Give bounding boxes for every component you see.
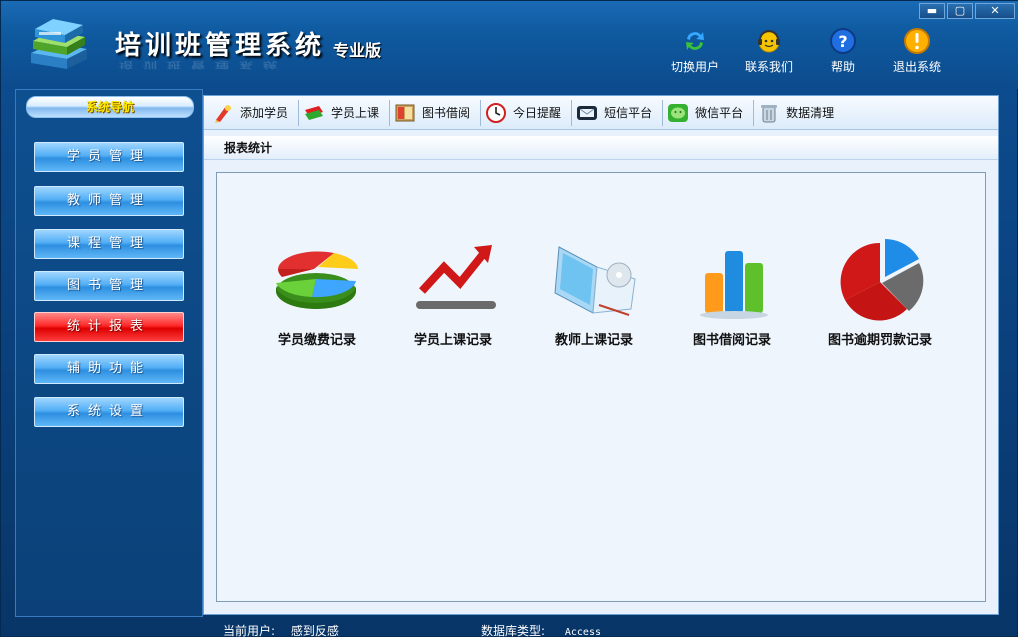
sidebar-item-course-mgmt[interactable]: 课程管理 <box>34 229 184 259</box>
report-teacher-class[interactable]: 教师上课记录 <box>524 239 664 348</box>
toolbar-add-student[interactable]: 添加学员 <box>208 99 300 126</box>
student-class-icon <box>305 105 324 120</box>
report-student-payment-label: 学员缴费记录 <box>277 333 356 348</box>
status-user-value: 感到反感 <box>290 624 339 637</box>
switch-user-button[interactable]: 切换用户 <box>663 27 727 75</box>
app-window: ▬ ▢ ✕ 培训班管理系统 专业版 培训班管理系统 切换用户 联系我们 ? 帮助… <box>0 0 1018 637</box>
sms-icon <box>577 105 598 120</box>
toolbar-today-reminder-label: 今日提醒 <box>513 106 562 120</box>
toolbar: 添加学员 学员上课 图书借阅 今日提醒 短信平台 微信平台 数据清理 <box>204 96 998 130</box>
contact-us-button[interactable]: 联系我们 <box>737 27 801 75</box>
help-icon: ? <box>830 28 856 54</box>
main-area: 添加学员 学员上课 图书借阅 今日提醒 短信平台 微信平台 数据清理 报表统计 … <box>203 95 999 615</box>
clock-icon <box>486 102 507 123</box>
status-db-value: Access <box>564 627 601 637</box>
top-actions: 切换用户 联系我们 ? 帮助 退出系统 <box>663 27 949 75</box>
wechat-icon <box>668 103 689 122</box>
sidebar-item-aux-functions[interactable]: 辅助功能 <box>34 354 184 384</box>
report-student-class[interactable]: 学员上课记录 <box>383 239 523 348</box>
contact-icon <box>758 30 780 53</box>
toolbar-today-reminder[interactable]: 今日提醒 <box>481 99 573 126</box>
help-button[interactable]: ? 帮助 <box>811 27 875 75</box>
app-edition-badge: 专业版 <box>333 41 382 60</box>
switch-user-label: 切换用户 <box>670 60 719 74</box>
sidebar-item-book-mgmt[interactable]: 图书管理 <box>34 271 184 301</box>
toolbar-sms-platform[interactable]: 短信平台 <box>572 99 664 126</box>
section-title: 报表统计 <box>204 136 998 160</box>
donut-chart-icon <box>840 239 924 321</box>
sidebar-item-student-mgmt[interactable]: 学员管理 <box>34 142 184 172</box>
switch-user-icon <box>686 32 704 50</box>
books-logo-icon <box>31 19 87 69</box>
close-button[interactable]: ✕ <box>975 3 1015 19</box>
book-borrow-icon <box>395 104 415 121</box>
help-label: 帮助 <box>830 60 855 74</box>
header: ▬ ▢ ✕ 培训班管理系统 专业版 培训班管理系统 切换用户 联系我们 ? 帮助… <box>1 1 1018 89</box>
toolbar-wechat-platform-label: 微信平台 <box>695 106 744 120</box>
nav-header: 系统导航 <box>26 96 194 118</box>
toolbar-student-class[interactable]: 学员上课 <box>299 99 391 126</box>
toolbar-data-cleanup-label: 数据清理 <box>786 106 835 120</box>
report-book-overdue-fine-label: 图书逾期罚款记录 <box>827 333 932 348</box>
sidebar-item-stats-report[interactable]: 统计报表 <box>34 312 184 342</box>
report-book-borrow-label: 图书借阅记录 <box>692 333 771 348</box>
svg-text:?: ? <box>838 32 847 51</box>
toolbar-wechat-platform[interactable]: 微信平台 <box>663 99 755 126</box>
status-db-label: 数据库类型: <box>481 624 546 637</box>
toolbar-sms-platform-label: 短信平台 <box>604 106 653 120</box>
trash-icon <box>761 104 778 122</box>
toolbar-data-cleanup[interactable]: 数据清理 <box>754 100 844 126</box>
toolbar-book-borrow[interactable]: 图书借阅 <box>390 99 482 126</box>
window-controls: ▬ ▢ ✕ <box>919 3 1015 19</box>
report-teacher-class-label: 教师上课记录 <box>554 333 633 348</box>
minimize-button[interactable]: ▬ <box>919 3 945 19</box>
maximize-button[interactable]: ▢ <box>947 3 973 19</box>
exit-label: 退出系统 <box>892 60 941 74</box>
bar-chart-icon <box>700 251 768 319</box>
exit-button[interactable]: 退出系统 <box>885 27 949 75</box>
sidebar-item-system-settings[interactable]: 系统设置 <box>34 397 184 427</box>
app-title: 培训班管理系统 <box>115 31 326 61</box>
toolbar-student-class-label: 学员上课 <box>331 106 380 120</box>
report-book-borrow[interactable]: 图书借阅记录 <box>662 239 802 348</box>
pie-chart-icon <box>276 251 358 309</box>
report-book-overdue-fine[interactable]: 图书逾期罚款记录 <box>810 239 950 348</box>
app-title-reflection: 培训班管理系统 <box>119 59 287 70</box>
add-student-icon <box>215 104 231 123</box>
laptop-icon <box>554 246 636 316</box>
report-student-class-label: 学员上课记录 <box>413 333 492 348</box>
sidebar-nav: 系统导航 学员管理 教师管理 课程管理 图书管理 统计报表 辅助功能 系统设置 <box>15 89 203 617</box>
trend-arrow-icon <box>416 245 496 309</box>
toolbar-add-student-label: 添加学员 <box>240 106 289 120</box>
sidebar-item-teacher-mgmt[interactable]: 教师管理 <box>34 186 184 216</box>
status-db-type: 数据库类型: Access <box>481 622 601 637</box>
status-current-user: 当前用户: 感到反感 <box>223 622 339 637</box>
reports-panel: 学员缴费记录 学员上课记录 教师上课记录 图书借阅记录 图书逾期罚款记录 <box>216 172 986 602</box>
toolbar-book-borrow-label: 图书借阅 <box>422 106 471 120</box>
exit-icon <box>904 28 930 54</box>
status-user-label: 当前用户: <box>223 624 276 637</box>
report-student-payment[interactable]: 学员缴费记录 <box>247 239 387 348</box>
contact-us-label: 联系我们 <box>744 60 793 74</box>
